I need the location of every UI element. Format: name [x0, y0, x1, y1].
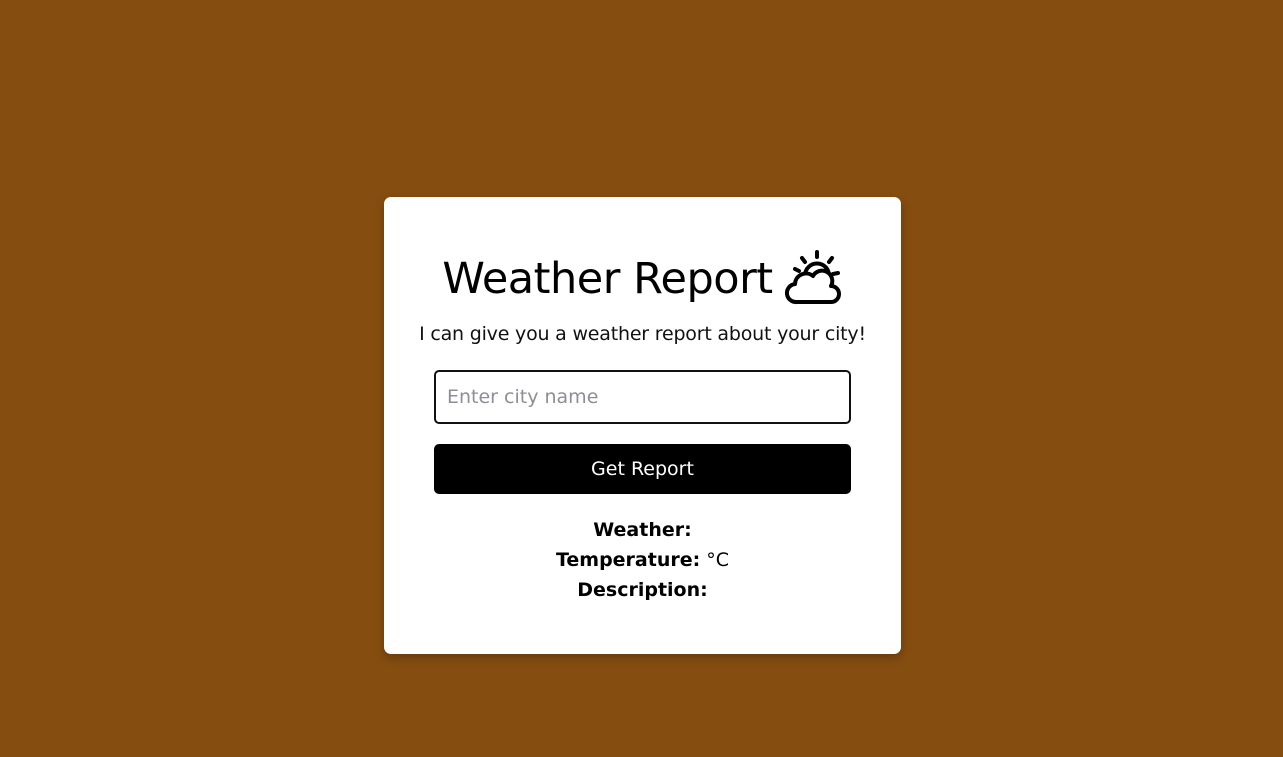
- temperature-label: Temperature:: [555, 549, 701, 571]
- weather-label: Weather:: [593, 519, 692, 541]
- description-row: Description:: [384, 575, 901, 605]
- weather-results: Weather: Temperature: °C Description:: [384, 515, 901, 605]
- weather-card: Weather Report I can give you a weather …: [384, 197, 901, 654]
- temperature-unit: °C: [706, 549, 730, 571]
- weather-row: Weather:: [384, 515, 901, 545]
- city-name-input[interactable]: [434, 370, 851, 424]
- page-title: Weather Report: [442, 254, 773, 304]
- subtitle: I can give you a weather report about yo…: [419, 323, 866, 345]
- sun-behind-cloud-icon: [783, 248, 843, 306]
- description-label: Description:: [577, 579, 708, 601]
- title-row: Weather Report: [384, 249, 901, 309]
- temperature-row: Temperature: °C: [384, 545, 901, 575]
- get-report-button[interactable]: Get Report: [434, 444, 851, 494]
